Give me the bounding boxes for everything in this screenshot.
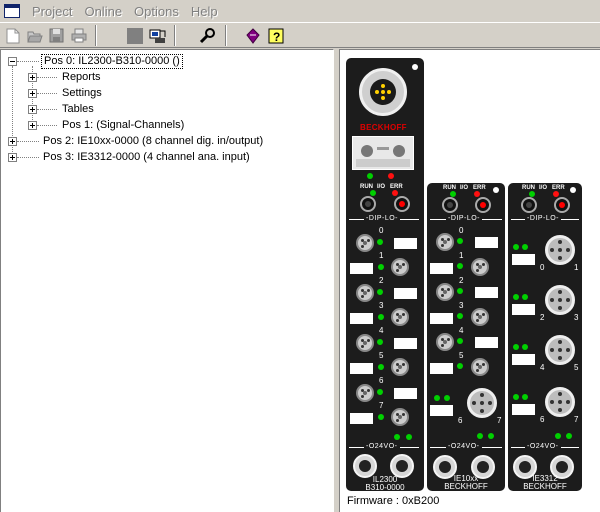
brand-label: BECKHOFF [360, 123, 407, 132]
new-icon[interactable] [2, 25, 23, 46]
led-run-label: RUN [360, 184, 373, 190]
m8-connector-0 [356, 234, 374, 252]
open-icon[interactable] [24, 25, 45, 46]
device-view: BECKHOFF RUN I/O ERR -DIP-LO- 0 1 2 3 4 … [339, 49, 600, 512]
tree-node-label[interactable]: Pos 3: IE3312-0000 (4 channel ana. input… [41, 150, 252, 165]
tree-node-label[interactable]: Pos 1: (Signal-Channels) [60, 118, 186, 133]
module-ie3312[interactable]: RUN I/O ERR -DIP-LO- 0 1 2 3 4 5 6 7 -O2… [508, 183, 582, 491]
m12-connector [467, 388, 497, 418]
toolbar: ? [0, 22, 600, 48]
gray-square-icon[interactable] [124, 25, 145, 46]
menu-online[interactable]: Online [78, 4, 128, 19]
module-type: B310-0000 [365, 483, 405, 492]
channel-label-3 [350, 313, 373, 324]
error-pot [394, 196, 410, 212]
bus-connector-pins-icon [375, 84, 391, 100]
tree-node-label[interactable]: Tables [60, 102, 96, 117]
firmware-status: Firmware : 0xB200 [347, 495, 440, 507]
expand-icon[interactable] [8, 153, 17, 162]
tree-node-label[interactable]: Pos 2: IE10xx-0000 (8 channel dig. in/ou… [41, 134, 265, 149]
tree-node-label[interactable]: Settings [60, 86, 104, 101]
device-icon[interactable] [242, 25, 263, 46]
collapse-icon[interactable] [8, 57, 17, 66]
save-icon[interactable] [46, 25, 67, 46]
expand-icon[interactable] [28, 105, 37, 114]
channel-label-4 [394, 338, 417, 349]
m8-connector-5 [391, 358, 409, 376]
power-label: -O24VO- [364, 443, 400, 450]
menu-project[interactable]: Project [26, 4, 78, 19]
menu-help[interactable]: Help [185, 4, 224, 19]
print-icon[interactable] [68, 25, 89, 46]
m8-connector-1 [391, 258, 409, 276]
channel-label-6 [394, 388, 417, 399]
led-err-label: ERR [390, 184, 403, 190]
tree-node-label[interactable]: Pos 0: IL2300-B310-0000 () [41, 54, 183, 69]
menu-options[interactable]: Options [128, 4, 185, 19]
channel-label-7 [350, 413, 373, 424]
module-il2300[interactable]: BECKHOFF RUN I/O ERR -DIP-LO- 0 1 2 3 4 … [346, 58, 424, 492]
tools-icon[interactable] [196, 25, 217, 46]
channel-label-5 [350, 363, 373, 374]
expand-icon[interactable] [28, 89, 37, 98]
m8-connector-4 [356, 334, 374, 352]
svg-text:?: ? [273, 30, 280, 44]
tree-node-label[interactable]: Reports [60, 70, 103, 85]
help-icon[interactable]: ? [265, 25, 286, 46]
status-pot [360, 196, 376, 212]
address-switch[interactable] [352, 136, 414, 170]
expand-icon[interactable] [28, 121, 37, 130]
module-ie10xx[interactable]: RUN I/O ERR -DIP-LO- 0 1 2 3 4 5 6 7 -O2… [427, 183, 505, 491]
menu-bar: Project Online Options Help [0, 0, 600, 22]
led-io-label: I/O [377, 184, 386, 190]
dip-label: -DIP-LO- [364, 215, 400, 222]
project-tree[interactable]: Pos 0: IL2300-B310-0000 () Reports Setti… [0, 49, 334, 512]
channel-label-2 [394, 288, 417, 299]
led-green [367, 173, 373, 179]
channel-label-0 [394, 238, 417, 249]
download-icon[interactable] [147, 25, 168, 46]
m8-connector-6 [356, 384, 374, 402]
expand-icon[interactable] [8, 137, 17, 146]
led-red [388, 173, 394, 179]
m8-connector-7 [391, 408, 409, 426]
m8-connector-3 [391, 308, 409, 326]
app-window-icon[interactable] [4, 4, 20, 18]
channel-label-1 [350, 263, 373, 274]
m8-connector-2 [356, 284, 374, 302]
expand-icon[interactable] [28, 73, 37, 82]
